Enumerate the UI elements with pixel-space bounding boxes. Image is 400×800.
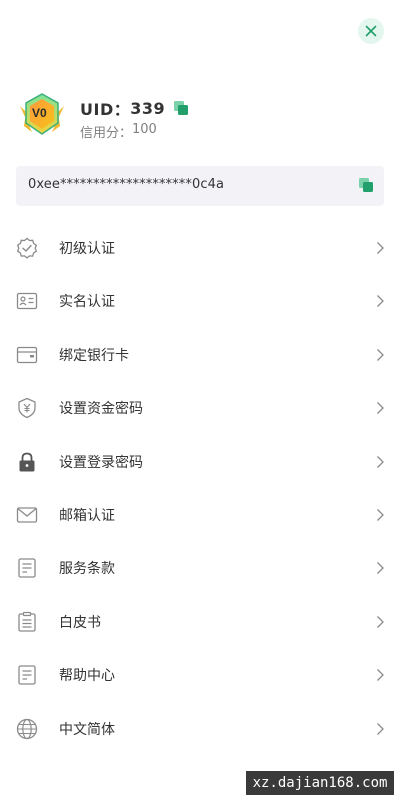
- menu-item-login-password[interactable]: 设置登录密码: [0, 435, 400, 488]
- credit-value: 100: [132, 122, 157, 137]
- uid-label: UID：: [80, 100, 131, 119]
- menu-item-whitepaper[interactable]: 白皮书: [0, 595, 400, 648]
- menu-item-real-name-verification[interactable]: 实名认证: [0, 274, 400, 327]
- menu-item-label: 实名认证: [59, 294, 115, 311]
- menu-item-language[interactable]: 中文简体: [0, 702, 400, 755]
- menu-item-label: 中文简体: [59, 721, 115, 738]
- document-icon: [18, 558, 36, 578]
- credit-label: 信用分：: [80, 126, 133, 141]
- menu-item-bind-bank-card[interactable]: 绑定银行卡: [0, 328, 400, 381]
- menu-item-label: 白皮书: [59, 614, 101, 631]
- wallet-address: 0xee********************0c4a: [28, 177, 225, 192]
- menu-item-label: 帮助中心: [59, 668, 115, 685]
- credit-score: 信用分： 100: [80, 122, 157, 141]
- chevron-right-icon: [377, 402, 384, 415]
- id-card-icon: [16, 293, 38, 310]
- level-badge-text: V0: [32, 106, 47, 120]
- document-icon: [18, 665, 36, 685]
- chevron-right-icon: [377, 722, 384, 735]
- chevron-right-icon: [377, 562, 384, 575]
- clipboard-icon: [18, 611, 36, 632]
- menu-item-label: 服务条款: [59, 561, 115, 578]
- uid-value: 339: [130, 98, 166, 118]
- mail-icon: [16, 507, 38, 523]
- close-icon: [365, 25, 377, 37]
- globe-icon: [16, 718, 38, 739]
- copy-address-icon[interactable]: [358, 177, 374, 193]
- chevron-right-icon: [377, 455, 384, 468]
- uid-row: UID： 339: [80, 96, 189, 120]
- wallet-address-box: 0xee********************0c4a: [16, 166, 384, 206]
- menu-item-label: 设置登录密码: [59, 454, 143, 471]
- menu-item-terms-of-service[interactable]: 服务条款: [0, 541, 400, 594]
- yuan-shield-icon: [18, 397, 36, 419]
- watermark: xz.dajian168.com: [246, 771, 394, 795]
- chevron-right-icon: [377, 295, 384, 308]
- chevron-right-icon: [377, 669, 384, 682]
- menu-item-label: 绑定银行卡: [59, 347, 129, 364]
- menu-item-basic-verification[interactable]: 初级认证: [0, 221, 400, 274]
- menu-item-label: 初级认证: [59, 241, 115, 257]
- menu-item-email-verification[interactable]: 邮箱认证: [0, 488, 400, 541]
- verified-badge-icon: [16, 237, 38, 259]
- chevron-right-icon: [377, 508, 384, 521]
- chevron-right-icon: [377, 348, 384, 361]
- menu-item-label: 邮箱认证: [59, 507, 115, 524]
- menu-item-fund-password[interactable]: 设置资金密码: [0, 381, 400, 434]
- chevron-right-icon: [377, 615, 384, 628]
- bank-card-icon: [16, 346, 38, 363]
- settings-menu: 初级认证 实名认证 绑定银行卡 设置资金密码 设置登录密码 邮箱认证 服务条款 …: [0, 221, 400, 755]
- chevron-right-icon: [377, 242, 384, 254]
- close-button[interactable]: [358, 18, 384, 44]
- menu-item-label: 设置资金密码: [59, 401, 143, 418]
- profile-header: V0 UID： 339 信用分： 100: [18, 92, 388, 144]
- menu-item-help-center[interactable]: 帮助中心: [0, 648, 400, 701]
- copy-uid-icon[interactable]: [173, 100, 189, 116]
- lock-icon: [19, 452, 35, 472]
